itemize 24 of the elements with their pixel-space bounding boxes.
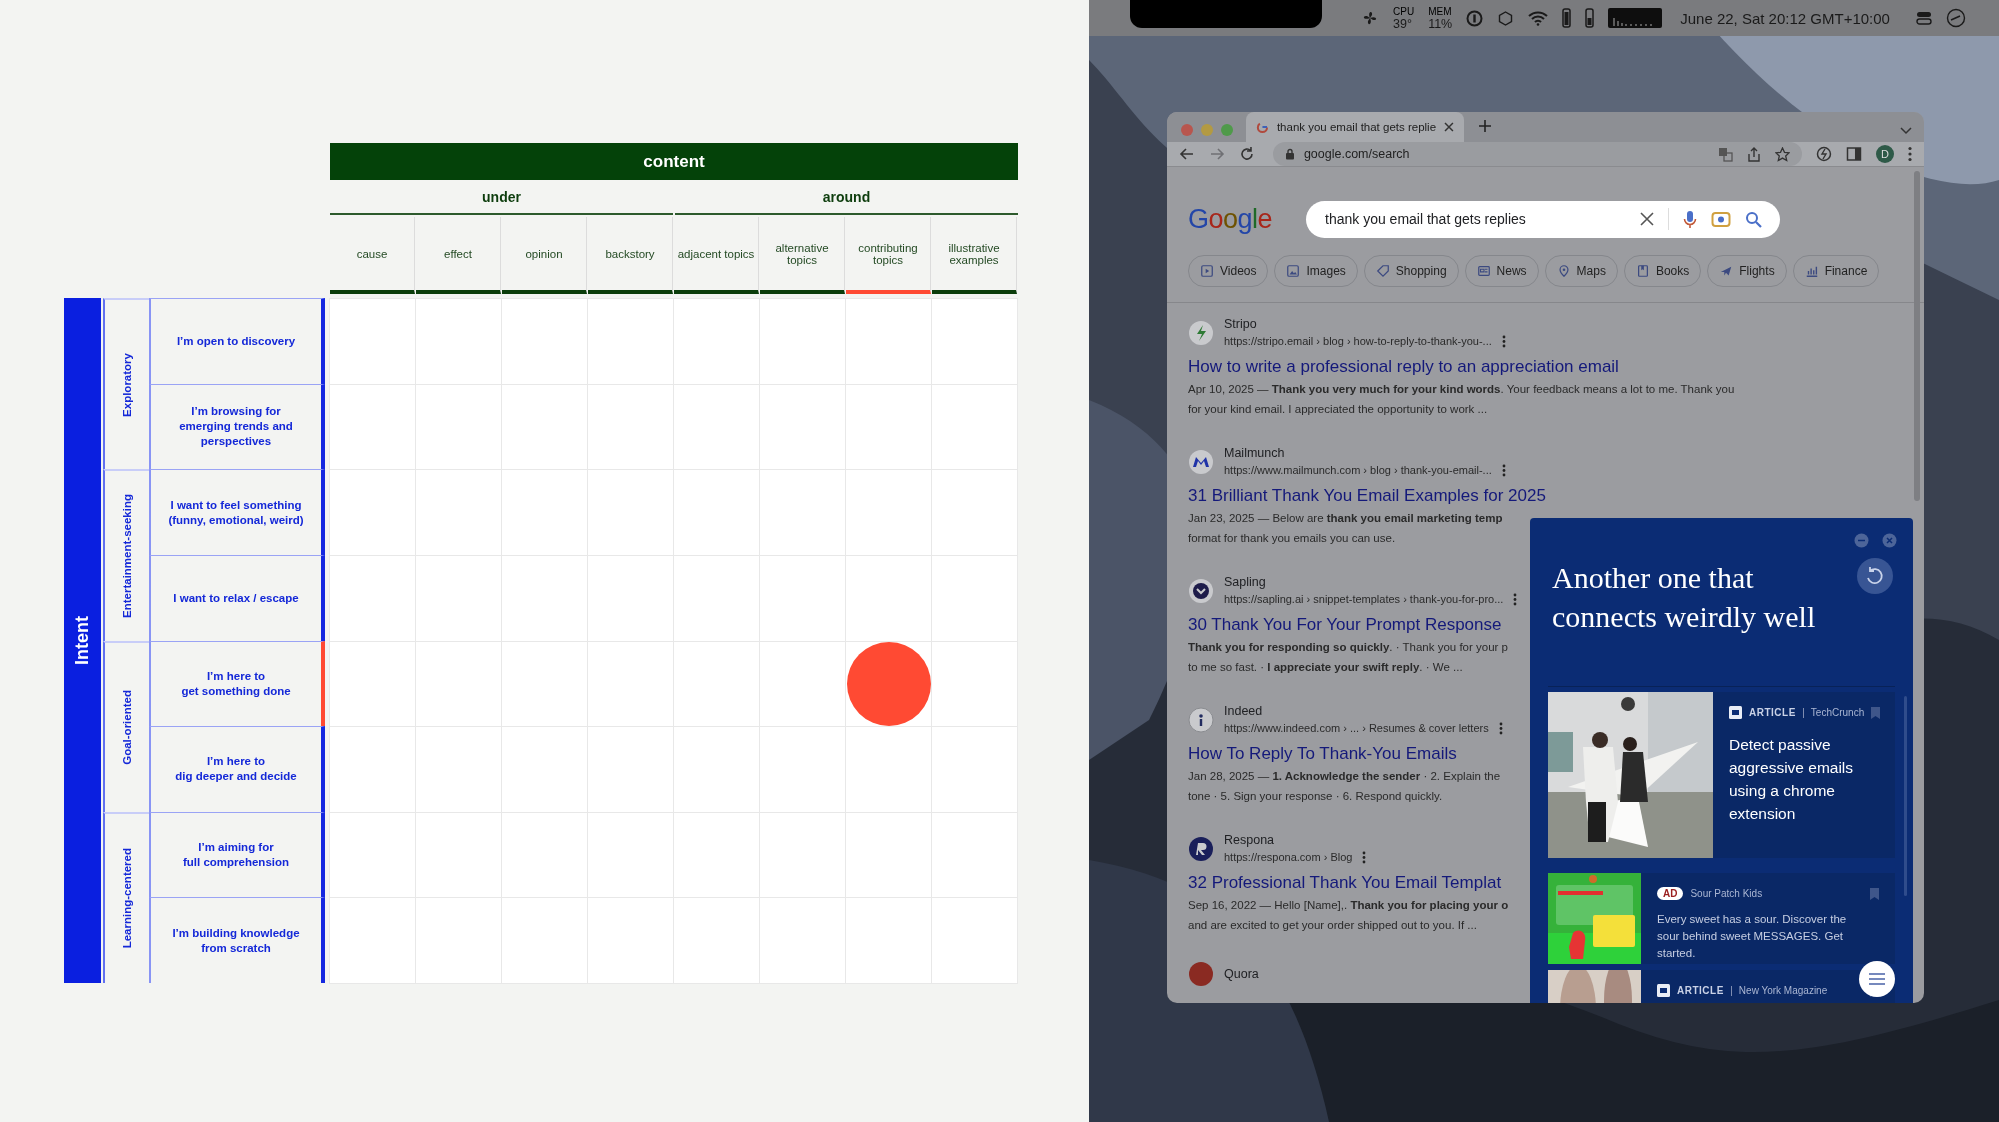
row-label: I’m here to get something done bbox=[149, 640, 325, 727]
column-header: alternative topics bbox=[760, 217, 845, 294]
row-group-label: Learning-centered bbox=[103, 811, 149, 983]
column-header: backstory bbox=[588, 217, 673, 294]
row-group-label: Exploratory bbox=[103, 298, 149, 470]
row-label: I’m browsing for emerging trends and perspectives bbox=[149, 383, 325, 470]
row-group-label: Entertainment-seeking bbox=[103, 469, 149, 641]
row-label: I want to relax / escape bbox=[149, 554, 325, 641]
column-header: opinion bbox=[502, 217, 587, 294]
column-header: adjacent topics bbox=[674, 217, 759, 294]
row-label: I want to feel something (funny, emotional, weird) bbox=[149, 469, 325, 555]
row-label: I’m building knowledge from scratch bbox=[149, 897, 325, 983]
axis-label: Intent bbox=[64, 298, 101, 983]
row-label: I’m open to discovery bbox=[149, 298, 325, 384]
column-group-header: around bbox=[675, 180, 1018, 215]
matrix-title: content bbox=[330, 143, 1018, 180]
column-header: illustrative examples bbox=[932, 217, 1017, 294]
column-group-header: under bbox=[330, 180, 673, 215]
row-label: I’m aiming for full comprehension bbox=[149, 811, 325, 898]
column-header: cause bbox=[330, 217, 415, 294]
row-group-label: Goal-oriented bbox=[103, 640, 149, 812]
column-header: effect bbox=[416, 217, 501, 294]
row-label: I’m here to dig deeper and decide bbox=[149, 726, 325, 812]
column-header: contributing topics bbox=[846, 217, 931, 294]
